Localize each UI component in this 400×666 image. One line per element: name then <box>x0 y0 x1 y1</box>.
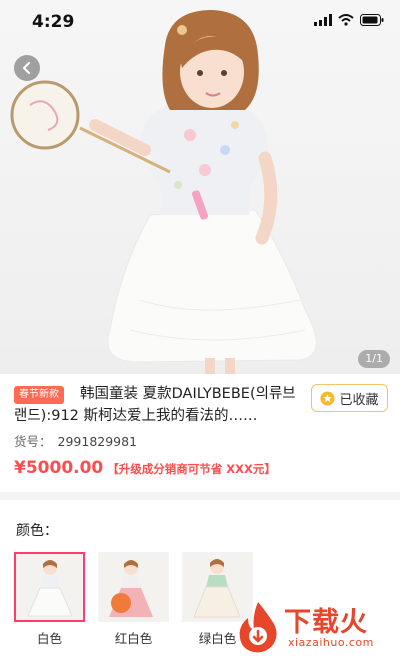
color-thumbnail <box>14 552 85 622</box>
favorite-button[interactable]: 已收藏 <box>311 384 388 412</box>
chevron-left-icon <box>23 62 30 74</box>
product-info: 春节新款 韩国童装 夏款DAILYBEBE(의류브랜드):912 斯柯达爱上我的… <box>0 374 400 492</box>
section-divider <box>0 492 400 500</box>
product-photo <box>10 10 317 374</box>
watermark-logo: 下载火 xiazaihuo.com <box>234 598 394 658</box>
sku-value: 2991829981 <box>57 434 138 449</box>
status-icons <box>314 14 384 26</box>
signal-icon <box>314 14 332 26</box>
color-label: 绿白色 <box>198 631 237 646</box>
dress-thumbnail-image <box>99 553 168 621</box>
watermark-subtext: xiazaihuo.com <box>288 636 374 649</box>
color-option-white[interactable]: 白色 <box>14 552 85 647</box>
product-title: 韩国童装 夏款DAILYBEBE(의류브랜드):912 斯柯达爱上我的看法的…… <box>14 386 296 424</box>
price-row: ¥5000.00 【升级成分销商可节省 XXX元】 <box>14 458 276 478</box>
watermark-text: 下载火 <box>284 607 368 638</box>
color-thumbnail <box>98 552 169 622</box>
star-icon <box>320 390 336 406</box>
distributor-savings-note: 【升级成分销商可节省 XXX元】 <box>107 462 276 476</box>
color-options: 白色 红白色 绿白色 <box>14 552 253 647</box>
back-button[interactable] <box>14 55 40 81</box>
color-label: 红白色 <box>114 631 153 646</box>
product-detail-screen: 4:29 1/1 春节新款 韩国童装 夏款DAILYBEBE(의류브랜드):91… <box>0 0 400 666</box>
favorite-label: 已收藏 <box>339 392 379 408</box>
sku-label: 货号： <box>14 434 52 449</box>
battery-icon <box>360 14 384 26</box>
flame-logo-icon <box>239 602 277 653</box>
price: ¥5000.00 <box>14 458 104 478</box>
product-image-gallery[interactable]: 4:29 1/1 <box>0 0 400 374</box>
wifi-icon <box>338 14 354 26</box>
dress-thumbnail-image <box>16 554 83 620</box>
status-bar: 4:29 <box>0 0 400 44</box>
color-label: 白色 <box>36 631 62 646</box>
image-counter: 1/1 <box>358 350 390 368</box>
color-option-red-white[interactable]: 红白色 <box>98 552 169 647</box>
sku-row: 货号： 2991829981 <box>14 431 137 450</box>
status-time: 4:29 <box>32 12 75 32</box>
color-heading: 颜色： <box>16 523 58 539</box>
